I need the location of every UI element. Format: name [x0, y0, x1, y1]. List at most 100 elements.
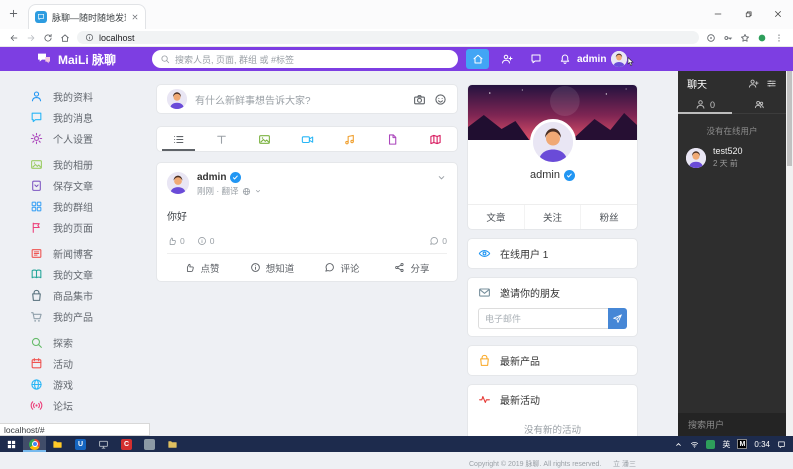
profile-tab-followers[interactable]: 粉丝	[581, 205, 637, 229]
bookmark-star-icon[interactable]	[740, 33, 750, 43]
chat-settings-sliders-icon[interactable]	[766, 78, 777, 89]
tray-m-badge[interactable]: M	[737, 439, 747, 449]
post-author-name[interactable]: admin	[197, 172, 226, 183]
brand[interactable]: MaiLi 脉聊	[36, 47, 116, 71]
sidebar-item-news-blog[interactable]: 新闻博客	[30, 243, 152, 264]
chat-user-last-seen: 2 天 前	[713, 158, 743, 169]
chat-tab-groups[interactable]	[732, 96, 786, 113]
camera-icon[interactable]	[413, 93, 426, 106]
post-composer[interactable]: 有什么新鲜事想告诉大家?	[156, 84, 458, 114]
sidebar-item-explore[interactable]: 探索	[30, 332, 152, 353]
new-tab-button[interactable]	[8, 8, 19, 19]
taskbar-explorer-icon[interactable]	[46, 436, 69, 452]
sidebar-item-my-articles[interactable]: 我的文章	[30, 264, 152, 285]
tab-all-posts[interactable]	[157, 127, 200, 151]
sidebar-item-events[interactable]: 活动	[30, 353, 152, 374]
browser-home-button[interactable]	[60, 33, 70, 43]
window-close-button[interactable]	[763, 0, 793, 28]
browser-menu-icon[interactable]	[774, 33, 784, 43]
chat-tab-contacts[interactable]: 0	[678, 96, 732, 113]
sidebar-item-saved-posts[interactable]: 保存文章	[30, 175, 152, 196]
sidebar-item-my-albums[interactable]: 我的相册	[30, 154, 152, 175]
profile-avatar[interactable]	[530, 119, 576, 165]
sidebar-item-my-products[interactable]: 我的产品	[30, 306, 152, 327]
sidebar-item-marketplace[interactable]: 商品集市	[30, 285, 152, 306]
taskbar-chrome-icon[interactable]	[23, 436, 46, 452]
tab-text-posts[interactable]	[200, 127, 243, 151]
action-center-icon[interactable]	[777, 440, 786, 449]
app-header: MaiLi 脉聊 搜索人员, 页面, 群组 或 #标签 admin	[0, 47, 793, 71]
tab-map-posts[interactable]	[414, 127, 457, 151]
profile-tab-following[interactable]: 关注	[525, 205, 582, 229]
taskbar-folder2-icon[interactable]	[161, 436, 184, 452]
tray-chevron-up-icon[interactable]	[674, 440, 683, 449]
tab-close-icon[interactable]	[131, 13, 139, 21]
nav-friend-requests-button[interactable]	[495, 49, 518, 69]
tab-photo-posts[interactable]	[243, 127, 286, 151]
scrollbar-thumb[interactable]	[787, 71, 792, 166]
window-restore-button[interactable]	[733, 0, 763, 28]
taskbar-gray-app-icon[interactable]	[138, 436, 161, 452]
nav-home-button[interactable]	[466, 49, 489, 69]
nav-messages-button[interactable]	[524, 49, 547, 69]
site-info-icon[interactable]	[85, 33, 94, 42]
tab-music-posts[interactable]	[328, 127, 371, 151]
extension-icon[interactable]	[757, 33, 767, 43]
password-key-icon[interactable]	[723, 33, 733, 43]
header-search-input[interactable]: 搜索人员, 页面, 群组 或 #标签	[152, 50, 458, 68]
sidebar-item-settings[interactable]: 个人设置	[30, 128, 152, 149]
forward-button[interactable]	[26, 33, 36, 43]
sidebar-item-my-groups[interactable]: 我的群组	[30, 196, 152, 217]
invite-email-input[interactable]	[478, 308, 608, 329]
save-icon	[30, 179, 43, 192]
smiley-icon[interactable]	[434, 93, 447, 106]
sidebar-item-games[interactable]: 游戏	[30, 374, 152, 395]
comment-count-stat: 0	[429, 236, 447, 246]
taskbar-c-app-icon[interactable]: C	[115, 436, 138, 452]
window-minimize-button[interactable]	[703, 0, 733, 28]
post-author-avatar[interactable]	[167, 172, 189, 194]
tray-clock[interactable]: 0:34	[754, 440, 770, 449]
add-contact-icon[interactable]	[748, 78, 759, 89]
reload-button[interactable]	[43, 33, 53, 43]
tab-video-posts[interactable]	[286, 127, 329, 151]
address-bar[interactable]: localhost	[77, 31, 699, 44]
nav-notifications-button[interactable]	[553, 49, 576, 69]
chat-online-count: 0	[710, 100, 715, 110]
chat-user-row[interactable]: test520 2 天 前	[678, 137, 786, 178]
like-button[interactable]: 点赞	[167, 261, 237, 275]
comment-button[interactable]: 评论	[307, 261, 377, 275]
chat-search-input[interactable]: 搜索用户	[678, 413, 786, 436]
taskbar-u-app-icon[interactable]: U	[69, 436, 92, 452]
back-button[interactable]	[9, 33, 19, 43]
target-extension-icon[interactable]	[706, 33, 716, 43]
latest-products-widget: 最新产品	[467, 345, 638, 376]
composer-placeholder[interactable]: 有什么新鲜事想告诉大家?	[195, 92, 405, 107]
profile-name[interactable]: admin	[530, 169, 560, 181]
send-invite-button[interactable]	[608, 308, 627, 329]
tab-file-posts[interactable]	[371, 127, 414, 151]
sidebar-item-my-profile[interactable]: 我的资料	[30, 86, 152, 107]
share-button[interactable]: 分享	[377, 261, 447, 275]
tray-network-icon[interactable]	[690, 440, 699, 449]
envelope-icon	[478, 286, 491, 299]
post-time-translate[interactable]: 刚刚 · 翻译	[197, 185, 239, 197]
sidebar-item-forum[interactable]: 论坛	[30, 395, 152, 416]
wonder-button[interactable]: 想知道	[237, 261, 307, 275]
globe-icon	[30, 378, 43, 391]
chat-title: 聊天	[687, 76, 707, 91]
user-menu[interactable]: admin	[577, 47, 627, 71]
page-scrollbar[interactable]	[786, 71, 793, 436]
browser-tab[interactable]: 脉聊—随时随地发现新…	[28, 4, 146, 29]
tray-ime-indicator[interactable]: 英	[722, 439, 730, 450]
profile-tab-articles[interactable]: 文章	[468, 205, 525, 229]
sidebar-item-my-messages[interactable]: 我的消息	[30, 107, 152, 128]
map-icon	[429, 133, 442, 146]
chevron-down-icon[interactable]	[254, 187, 262, 195]
tray-app-icon[interactable]	[706, 440, 715, 449]
start-button[interactable]	[0, 436, 23, 452]
sidebar-item-my-pages[interactable]: 我的页面	[30, 217, 152, 238]
footer-links[interactable]: 立 潘三	[613, 459, 636, 469]
post-menu-chevron-icon[interactable]	[436, 172, 447, 183]
taskbar-remote-app-icon[interactable]	[92, 436, 115, 452]
